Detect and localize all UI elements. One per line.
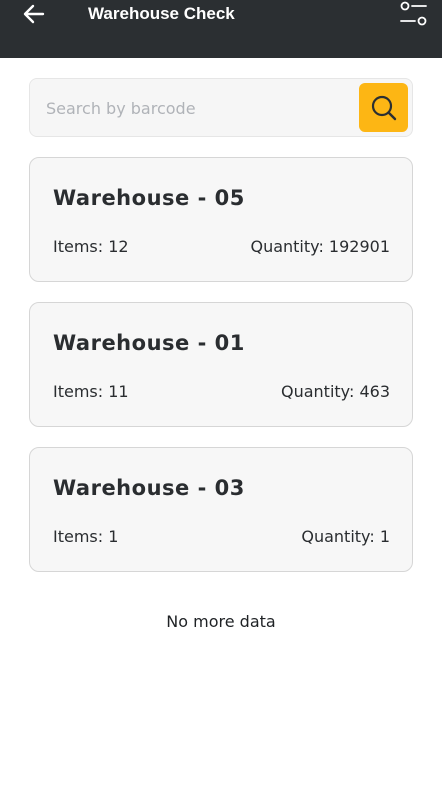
warehouse-quantity: Quantity: 192901 (250, 237, 390, 256)
app-header: Warehouse Check (0, 0, 442, 58)
warehouse-card[interactable]: Warehouse - 01 Items: 11 Quantity: 463 (29, 302, 413, 427)
warehouse-title: Warehouse - 01 (53, 331, 245, 355)
arrow-left-icon (23, 4, 45, 24)
warehouse-card[interactable]: Warehouse - 03 Items: 1 Quantity: 1 (29, 447, 413, 572)
back-button[interactable] (20, 1, 48, 27)
filter-sliders-icon (400, 1, 427, 26)
search-icon (371, 95, 396, 120)
warehouse-quantity: Quantity: 463 (281, 382, 390, 401)
warehouse-quantity: Quantity: 1 (301, 527, 390, 546)
search-bar (29, 78, 413, 137)
filter-button[interactable] (396, 0, 430, 28)
warehouse-title: Warehouse - 05 (53, 186, 245, 210)
warehouse-items-count: Items: 11 (53, 382, 129, 401)
warehouse-title: Warehouse - 03 (53, 476, 245, 500)
search-input[interactable] (46, 93, 346, 123)
page-title: Warehouse Check (88, 4, 235, 23)
search-button[interactable] (359, 83, 408, 132)
no-more-data-label: No more data (166, 612, 276, 631)
warehouse-items-count: Items: 1 (53, 527, 119, 546)
warehouse-card[interactable]: Warehouse - 05 Items: 12 Quantity: 19290… (29, 157, 413, 282)
warehouse-items-count: Items: 12 (53, 237, 129, 256)
